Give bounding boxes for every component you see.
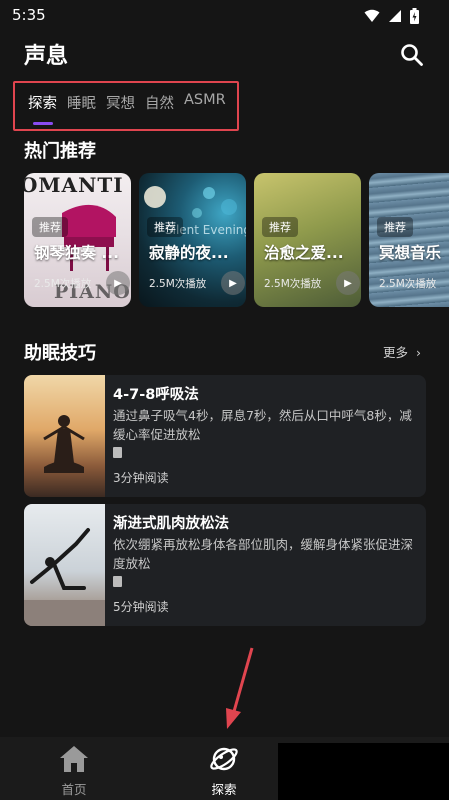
card-title: 冥想音乐 — [379, 244, 442, 262]
card-title: 治愈之爱... — [264, 244, 344, 262]
bottom-nav: 首页 探索 — [0, 737, 449, 800]
tip-card[interactable]: 渐进式肌肉放松法 依次绷紧再放松身体各部位肌肉，缓解身体紧张促进深度放松 5分钟… — [24, 504, 426, 626]
meditation-figure — [43, 415, 85, 473]
page-title: 声息 — [24, 44, 69, 69]
tab-meditation[interactable]: 冥想 — [106, 92, 135, 113]
tip-description: 依次绷紧再放松身体各部位肌肉，缓解身体紧张促进深度放松 — [113, 537, 414, 571]
card-play-count: 2.5M次播放 — [149, 278, 207, 290]
tab-sleep[interactable]: 睡眠 — [67, 92, 96, 113]
tip-title: 渐进式肌肉放松法 — [113, 516, 229, 532]
tip-image-yoga — [24, 504, 105, 626]
tip-image-meditation — [24, 375, 105, 497]
card-tag: 推荐 — [262, 217, 298, 237]
battery-icon — [410, 8, 419, 24]
recommend-carousel[interactable]: OMANTI PIANO 推荐 钢琴独奏 ... 2.5M次播放 ▶ Silen… — [24, 173, 449, 308]
wifi-icon — [364, 9, 380, 22]
status-icons — [364, 8, 419, 24]
active-tab-indicator — [33, 122, 53, 125]
tip-description: 通过鼻子吸气4秒，屏息7秒，然后从口中呼气8秒，减缓心率促进放松 — [113, 408, 412, 442]
card-play-count: 2.5M次播放 — [264, 278, 322, 290]
yoga-figure — [24, 528, 105, 626]
tip-read-time: 3分钟阅读 — [113, 471, 169, 485]
signal-icon — [389, 10, 401, 22]
card-art-text-top: OMANTI — [24, 173, 124, 197]
card-tag: 推荐 — [147, 217, 183, 237]
card-tag: 推荐 — [377, 217, 413, 237]
card-play-count: 2.5M次播放 — [379, 278, 437, 290]
category-tabs: 探索 睡眠 冥想 自然 ASMR — [28, 92, 226, 113]
more-link[interactable]: 更多 › — [383, 342, 421, 361]
nav-label-explore: 探索 — [211, 782, 237, 797]
home-icon — [60, 746, 88, 772]
recommend-card[interactable]: 推荐 治愈之爱... 2.5M次播放 ▶ — [254, 173, 361, 307]
explore-planet-icon — [210, 747, 238, 771]
tab-nature[interactable]: 自然 — [145, 92, 174, 113]
redacted-area — [278, 743, 449, 800]
tab-explore[interactable]: 探索 — [28, 92, 57, 113]
card-title: 钢琴独奏 ... — [34, 244, 120, 262]
recommend-card[interactable]: OMANTI PIANO 推荐 钢琴独奏 ... 2.5M次播放 ▶ — [24, 173, 131, 307]
card-tag: 推荐 — [32, 217, 68, 237]
nav-label-home: 首页 — [61, 782, 87, 797]
play-button[interactable]: ▶ — [336, 271, 360, 295]
tip-read-time: 5分钟阅读 — [113, 600, 169, 614]
play-icon: ▶ — [344, 277, 352, 289]
card-play-count: 2.5M次播放 — [34, 278, 92, 290]
tab-asmr[interactable]: ASMR — [184, 92, 226, 113]
nav-item-home[interactable]: 首页 — [24, 737, 124, 800]
recommend-card[interactable]: 推荐 冥想音乐 2.5M次播放 ▶ — [369, 173, 449, 307]
status-bar: 5:35 — [0, 0, 449, 30]
play-icon: ▶ — [114, 277, 122, 289]
search-button[interactable] — [399, 42, 425, 68]
nav-item-explore[interactable]: 探索 — [174, 737, 274, 800]
chevron-right-icon: › — [416, 345, 421, 360]
tip-title: 4-7-8呼吸法 — [113, 387, 199, 403]
status-time: 5:35 — [12, 6, 46, 24]
tips-section-title: 助眠技巧 — [24, 343, 96, 364]
book-icon — [113, 447, 122, 458]
recommend-section-title: 热门推荐 — [24, 141, 96, 162]
more-label: 更多 — [383, 345, 409, 360]
book-icon — [113, 576, 122, 587]
card-title: 寂静的夜... — [149, 244, 229, 262]
search-icon — [401, 44, 423, 66]
play-button[interactable]: ▶ — [221, 271, 245, 295]
tip-card[interactable]: 4-7-8呼吸法 通过鼻子吸气4秒，屏息7秒，然后从口中呼气8秒，减缓心率促进放… — [24, 375, 426, 497]
recommend-card[interactable]: Silent Evening 推荐 寂静的夜... 2.5M次播放 ▶ — [139, 173, 246, 307]
play-icon: ▶ — [229, 277, 237, 289]
play-button[interactable]: ▶ — [106, 271, 130, 295]
